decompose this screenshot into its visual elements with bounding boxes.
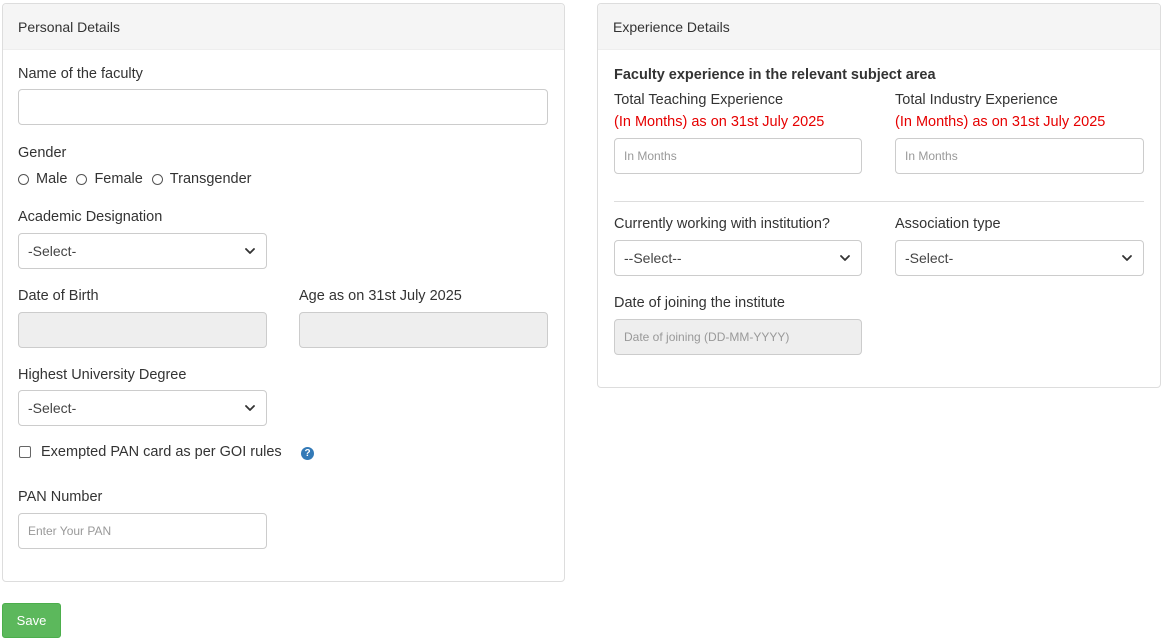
pan-number-placeholder: Enter Your PAN: [28, 524, 112, 538]
gender-option-label: Female: [94, 171, 143, 187]
chevron-down-icon: [245, 248, 255, 254]
academic-designation-label: Academic Designation: [18, 209, 163, 225]
pan-number-input[interactable]: Enter Your PAN: [18, 513, 267, 549]
question-circle-icon[interactable]: ?: [301, 447, 314, 460]
gender-option-female[interactable]: Female: [76, 171, 143, 187]
gender-radio-group: Male Female Transgender: [18, 171, 260, 187]
pan-exempt-checkbox[interactable]: [19, 446, 31, 458]
academic-designation-select[interactable]: -Select-: [18, 233, 267, 269]
academic-designation-value: -Select-: [28, 243, 77, 259]
joining-date-input[interactable]: Date of joining (DD-MM-YYYY): [614, 319, 862, 355]
currently-working-value: --Select--: [624, 250, 682, 266]
association-type-label: Association type: [895, 216, 1001, 232]
experience-details-heading: Experience Details: [598, 4, 1160, 50]
teaching-experience-note: (In Months) as on 31st July 2025: [614, 114, 825, 130]
faculty-name-input[interactable]: [18, 89, 548, 125]
gender-option-label: Male: [36, 171, 68, 187]
currently-working-select[interactable]: --Select--: [614, 240, 862, 276]
joining-date-label: Date of joining the institute: [614, 295, 785, 311]
age-label: Age as on 31st July 2025: [299, 288, 462, 304]
chevron-down-icon: [245, 405, 255, 411]
teaching-experience-label: Total Teaching Experience: [614, 92, 784, 108]
gender-option-male[interactable]: Male: [18, 171, 67, 187]
subject-area-heading: Faculty experience in the relevant subje…: [614, 67, 936, 83]
personal-details-heading: Personal Details: [3, 4, 564, 50]
industry-experience-input[interactable]: In Months: [895, 138, 1144, 174]
radio-icon[interactable]: [76, 173, 88, 185]
association-type-value: -Select-: [905, 250, 954, 266]
faculty-name-label: Name of the faculty: [18, 66, 143, 82]
industry-experience-placeholder: In Months: [905, 149, 958, 163]
industry-experience-label: Total Industry Experience: [895, 92, 1058, 108]
radio-icon[interactable]: [151, 173, 163, 185]
chevron-down-icon: [1122, 255, 1132, 261]
degree-label: Highest University Degree: [18, 367, 187, 383]
degree-select[interactable]: -Select-: [18, 390, 267, 426]
save-button[interactable]: Save: [2, 603, 61, 638]
gender-option-transgender[interactable]: Transgender: [151, 171, 252, 187]
currently-working-label: Currently working with institution?: [614, 216, 830, 232]
gender-option-label: Transgender: [169, 171, 252, 187]
gender-label: Gender: [18, 145, 67, 161]
industry-experience-note: (In Months) as on 31st July 2025: [895, 114, 1106, 130]
age-input: [299, 312, 548, 348]
dob-label: Date of Birth: [18, 288, 99, 304]
pan-number-label: PAN Number: [18, 489, 103, 505]
section-divider: [614, 201, 1144, 202]
degree-value: -Select-: [28, 400, 77, 416]
pan-exempt-label: Exempted PAN card as per GOI rules: [41, 444, 282, 460]
teaching-experience-placeholder: In Months: [624, 149, 677, 163]
association-type-select[interactable]: -Select-: [895, 240, 1144, 276]
teaching-experience-input[interactable]: In Months: [614, 138, 862, 174]
radio-icon[interactable]: [18, 173, 29, 185]
dob-input[interactable]: [18, 312, 267, 348]
joining-date-placeholder: Date of joining (DD-MM-YYYY): [624, 330, 790, 344]
chevron-down-icon: [840, 255, 850, 261]
